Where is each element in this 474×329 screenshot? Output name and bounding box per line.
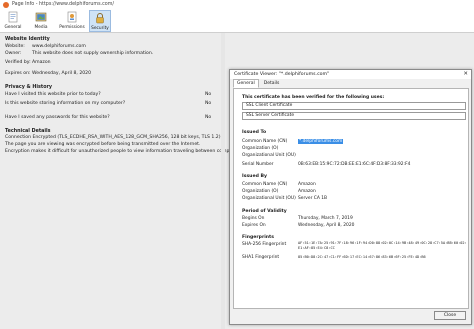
encryption-explanation: Encryption makes it difficult for unauth…: [5, 149, 243, 154]
sha1-label-row: SHA1 Fingerprint: [242, 255, 298, 260]
certificate-viewer-dialog: Certificate Viewer: "*.delphiforums.com"…: [229, 69, 472, 325]
begins-on-value: Thursday, March 7, 2019: [298, 216, 353, 221]
issued-to-o-row: Organization (O): [242, 146, 298, 151]
info-document-icon: [8, 11, 18, 23]
website-label: Website:: [5, 44, 25, 49]
sha1-value: 85:B0:D8:2C:47:C1:FF:6D:17:EC:14:67:86:8…: [298, 255, 426, 259]
sha256-label: SHA-256 Fingerprint: [242, 242, 287, 247]
page-info-toolbar: General Media Permissions Security: [0, 9, 474, 33]
visited-question: Have I visited this website prior to tod…: [5, 92, 211, 97]
content-scrollbar[interactable]: [221, 33, 225, 329]
certificate-tabs: General Details: [230, 79, 471, 88]
sha1-label: SHA1 Fingerprint: [242, 255, 280, 260]
issued-to-ou-row: Organizational Unit (OU): [242, 153, 298, 158]
tab-security[interactable]: Security: [89, 10, 111, 32]
begins-on-row: Begins On Thursday, March 7, 2019: [242, 216, 353, 221]
storing-question: Is this website storing information on m…: [5, 101, 211, 106]
expires-on-row: Expires On Wednesday, April 8, 2020: [242, 223, 354, 228]
connection-encrypted-text: Connection Encrypted (TLS_ECDHE_RSA_WITH…: [5, 135, 221, 140]
page-info-titlebar: Page Info - https://www.delphiforums.com…: [0, 0, 474, 9]
serial-number-value: 0B:63:EB:15:9C:72:DB:EE:E1:6C:4F:D3:8F:3…: [298, 162, 411, 167]
sha256-value: AF:51:1E:7A:25:91:7F:18:96:1F:94:D0:88:0…: [298, 241, 467, 250]
issued-to-ou-label: Organizational Unit (OU): [242, 153, 296, 158]
close-button[interactable]: Close: [434, 311, 466, 320]
issued-by-o-row: Organization (O) Amazon: [242, 189, 316, 194]
begins-on-label: Begins On: [242, 216, 265, 221]
tab-media[interactable]: Media: [30, 10, 52, 32]
usage-ssl-client: SSL Client Certificate: [242, 102, 466, 110]
permissions-icon: [67, 11, 77, 23]
certificate-viewer-title: Certificate Viewer: "*.delphiforums.com": [234, 72, 330, 77]
issued-by-cn-row: Common Name (CN) Amazon: [242, 182, 316, 187]
tab-security-label: Security: [91, 26, 109, 31]
technical-heading: Technical Details: [5, 129, 51, 134]
verified-row: Verified by:Amazon: [5, 60, 51, 65]
passwords-question: Have I saved any passwords for this webs…: [5, 115, 211, 120]
firefox-icon: [3, 1, 9, 8]
storing-question-text: Is this website storing information on m…: [5, 101, 126, 106]
tab-general-label: General: [4, 25, 22, 30]
certificate-general-panel: This certificate has been verified for t…: [233, 88, 469, 309]
passwords-question-text: Have I saved any passwords for this webs…: [5, 115, 110, 120]
tab-cert-general[interactable]: General: [233, 79, 259, 88]
tab-cert-details[interactable]: Details: [260, 79, 284, 88]
owner-row: Owner: This website does not supply owner…: [5, 51, 153, 56]
storing-answer: No: [205, 101, 212, 106]
lock-icon: [96, 13, 104, 24]
passwords-answer: No: [205, 115, 212, 120]
owner-value: This website does not supply ownership i…: [32, 51, 154, 56]
website-identity-heading: Website Identity: [5, 37, 50, 42]
sha256-label-row: SHA-256 Fingerprint: [242, 242, 298, 247]
issued-to-heading: Issued To: [242, 130, 267, 135]
certificate-viewer-titlebar: Certificate Viewer: "*.delphiforums.com"…: [230, 70, 471, 79]
verified-value: Amazon: [32, 60, 51, 65]
validity-heading: Period of Validity: [242, 209, 287, 214]
issued-by-cn-value: Amazon: [298, 182, 316, 187]
visited-question-text: Have I visited this website prior to tod…: [5, 92, 101, 97]
expires-on-value: Wednesday, April 8, 2020: [298, 223, 355, 228]
verified-label: Verified by:: [5, 60, 31, 65]
owner-label: Owner:: [5, 51, 22, 56]
serial-number-label: Serial Number: [242, 162, 274, 167]
serial-number-row: Serial Number 0B:63:EB:15:9C:72:DB:EE:E1:…: [242, 162, 410, 167]
tab-permissions-label: Permissions: [59, 25, 85, 30]
window-title: Page Info - https://www.delphiforums.com…: [12, 2, 114, 7]
encrypted-description: The page you are viewing was encrypted b…: [5, 142, 201, 147]
expires-on-label: Expires On: [242, 223, 266, 228]
usage-ssl-server: SSL Server Certificate: [242, 112, 466, 120]
issued-by-ou-value: Server CA 1B: [298, 196, 328, 201]
tab-media-label: Media: [34, 25, 48, 30]
expires-row: Expires on:Wednesday, April 8, 2020: [5, 71, 91, 76]
website-value: www.delphiforums.com: [32, 44, 86, 49]
tab-permissions[interactable]: Permissions: [57, 10, 87, 32]
privacy-heading: Privacy & History: [5, 85, 52, 90]
issued-to-cn-label: Common Name (CN): [242, 139, 288, 144]
website-row: Website: www.delphiforums.com: [5, 44, 86, 49]
fingerprints-heading: Fingerprints: [242, 235, 274, 240]
issued-by-ou-row: Organizational Unit (OU) Server CA 1B: [242, 196, 327, 201]
issued-by-o-label: Organization (O): [242, 189, 279, 194]
media-icon: [35, 12, 47, 22]
close-icon[interactable]: ✕: [463, 71, 468, 77]
issued-by-heading: Issued By: [242, 174, 267, 179]
issued-by-ou-label: Organizational Unit (OU): [242, 196, 296, 201]
tab-general[interactable]: General: [2, 10, 24, 32]
issued-by-o-value: Amazon: [298, 189, 316, 194]
verified-uses-heading: This certificate has been verified for t…: [242, 95, 385, 100]
issued-to-cn-row: Common Name (CN) *.delphiforums.com: [242, 139, 344, 144]
issued-to-cn-value[interactable]: *.delphiforums.com: [298, 139, 344, 144]
expires-value: Wednesday, April 8, 2020: [32, 71, 92, 76]
expires-label: Expires on:: [5, 71, 31, 76]
visited-answer: No: [205, 92, 212, 97]
issued-by-cn-label: Common Name (CN): [242, 182, 288, 187]
issued-to-o-label: Organization (O): [242, 146, 279, 151]
